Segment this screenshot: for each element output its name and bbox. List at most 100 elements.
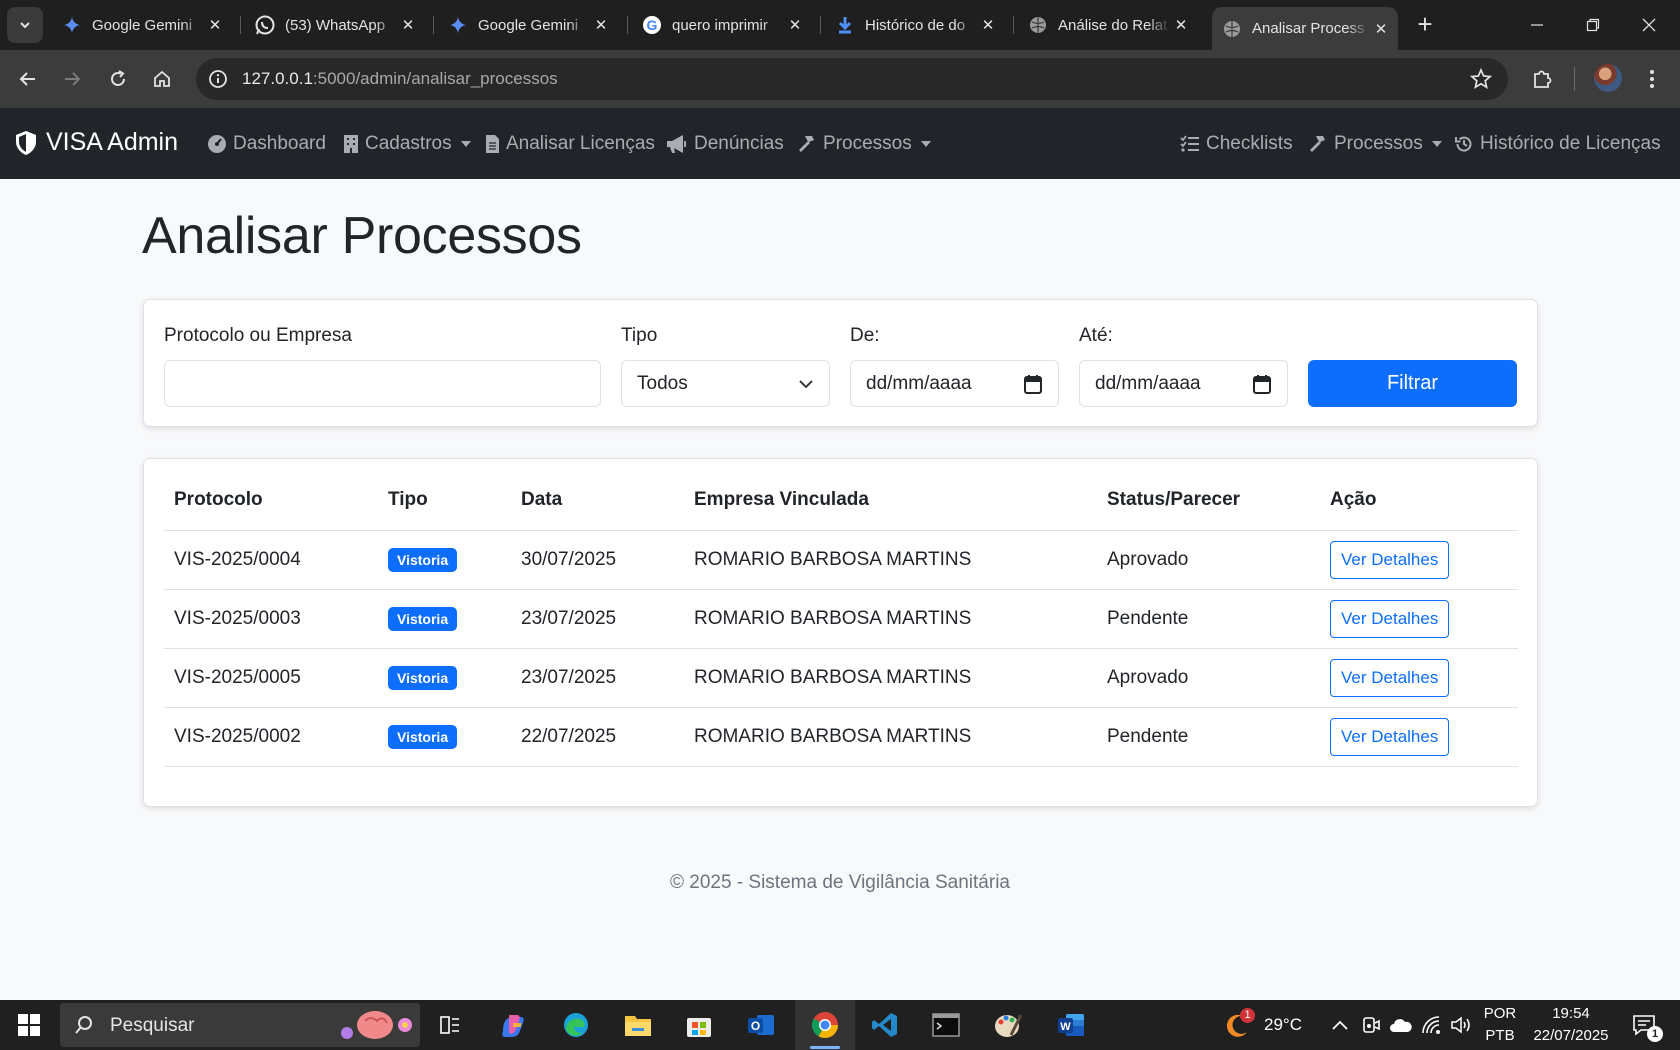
minimize-button[interactable] xyxy=(1509,0,1565,50)
close-icon[interactable]: ✕ xyxy=(204,16,226,34)
ver-detalhes-button[interactable]: Ver Detalhes xyxy=(1330,599,1450,638)
nav-item-label: Denúncias xyxy=(694,133,784,154)
protocolo-input[interactable] xyxy=(164,360,601,407)
home-button[interactable] xyxy=(146,63,178,95)
extensions-button[interactable] xyxy=(1526,63,1558,95)
calendar-icon[interactable] xyxy=(1024,374,1042,394)
cell-status: Aprovado xyxy=(1097,530,1320,590)
volume-icon[interactable] xyxy=(1446,1009,1478,1041)
browser-tab[interactable]: (53) WhatsApp ✕ xyxy=(245,7,425,43)
column-header-protocolo: Protocolo xyxy=(164,489,378,531)
close-icon[interactable]: ✕ xyxy=(977,16,999,34)
close-icon[interactable]: ✕ xyxy=(397,16,419,34)
de-date-input[interactable]: dd/mm/aaaa xyxy=(850,360,1059,407)
cell-acao: Ver Detalhes xyxy=(1320,707,1518,767)
weather-badge: 1 xyxy=(1240,1008,1255,1023)
ver-detalhes-button[interactable]: Ver Detalhes xyxy=(1330,717,1450,756)
globe-icon xyxy=(1222,19,1242,39)
restore-button[interactable] xyxy=(1565,0,1621,50)
toolbar-divider xyxy=(1574,67,1575,91)
site-info-icon[interactable] xyxy=(206,67,230,91)
de-date-placeholder: dd/mm/aaaa xyxy=(866,372,972,394)
tab-search-button[interactable] xyxy=(7,7,43,43)
home-icon xyxy=(154,70,170,87)
profile-avatar[interactable] xyxy=(1594,64,1622,92)
tipo-badge: Vistoria xyxy=(388,547,458,572)
tipo-badge: Vistoria xyxy=(388,724,458,749)
forward-button[interactable] xyxy=(56,63,88,95)
address-bar[interactable]: 127.0.0.1:5000/admin/analisar_processos xyxy=(196,58,1508,100)
vscode-icon[interactable] xyxy=(869,1009,901,1041)
paint-icon[interactable] xyxy=(992,1009,1024,1041)
navbar-brand[interactable]: VISA Admin xyxy=(14,128,178,157)
ate-date-input[interactable]: dd/mm/aaaa xyxy=(1079,360,1288,407)
calendar-icon[interactable] xyxy=(1253,374,1271,394)
nav-item-analisar-licencas[interactable]: Analisar Licenças xyxy=(485,131,655,157)
ver-detalhes-button[interactable]: Ver Detalhes xyxy=(1330,540,1450,579)
close-window-button[interactable] xyxy=(1621,0,1677,50)
tab-title: Histórico de do xyxy=(865,16,966,34)
tab-title: Google Gemini xyxy=(92,16,193,34)
browser-tab[interactable]: Histórico de do ✕ xyxy=(825,7,1005,43)
arrow-right-icon xyxy=(65,72,81,86)
task-view-icon[interactable] xyxy=(434,1009,466,1041)
notification-count-badge: 1 xyxy=(1647,1026,1663,1042)
cell-empresa: ROMARIO BARBOSA MARTINS xyxy=(684,648,1097,708)
nav-item-dashboard[interactable]: Dashboard xyxy=(207,131,326,157)
hammer-icon xyxy=(799,136,814,152)
close-icon[interactable]: ✕ xyxy=(1170,16,1192,34)
file-explorer-icon[interactable] xyxy=(622,1009,654,1041)
word-icon[interactable]: W xyxy=(1055,1009,1087,1041)
page-title: Analisar Processos xyxy=(142,207,582,265)
browser-tab[interactable]: G quero imprimir ✕ xyxy=(632,7,812,43)
table-row: VIS-2025/0003 Vistoria 23/07/2025 ROMARI… xyxy=(164,589,1518,649)
more-vert-icon xyxy=(1650,70,1654,88)
reload-button[interactable] xyxy=(102,63,134,95)
bookmark-star-icon[interactable] xyxy=(1469,67,1493,90)
browser-toolbar: 127.0.0.1:5000/admin/analisar_processos xyxy=(0,50,1680,108)
network-icon[interactable] xyxy=(1416,1009,1448,1041)
tab-title: (53) WhatsApp xyxy=(285,16,386,34)
terminal-icon[interactable] xyxy=(930,1009,962,1041)
windows-start-button[interactable] xyxy=(13,1009,45,1041)
close-icon[interactable]: ✕ xyxy=(784,16,806,34)
taskbar-search-box[interactable]: Pesquisar xyxy=(60,1003,420,1047)
chrome-icon[interactable] xyxy=(809,1009,841,1041)
browser-tab-active[interactable]: Analisar Process ✕ xyxy=(1212,7,1398,50)
tipo-select[interactable]: Todos xyxy=(621,360,830,407)
shield-icon xyxy=(16,130,36,155)
cell-status: Pendente xyxy=(1097,589,1320,649)
ver-detalhes-button[interactable]: Ver Detalhes xyxy=(1330,658,1450,697)
meet-now-icon[interactable] xyxy=(1355,1009,1387,1041)
outlook-icon[interactable]: O xyxy=(745,1009,777,1041)
back-button[interactable] xyxy=(12,63,44,95)
chevron-up-icon[interactable] xyxy=(1324,1009,1356,1041)
close-icon xyxy=(1642,18,1656,32)
filtrar-button[interactable]: Filtrar xyxy=(1308,360,1517,407)
nav-item-historico-licencas[interactable]: Histórico de Licenças xyxy=(1454,131,1661,157)
search-highlight-brain-icon xyxy=(341,1011,412,1039)
nav-item-checklists[interactable]: Checklists xyxy=(1180,131,1293,157)
edge-icon[interactable] xyxy=(560,1009,592,1041)
browser-tab[interactable]: Google Gemini ✕ xyxy=(438,7,618,43)
microsoft-store-icon[interactable] xyxy=(683,1009,715,1041)
table-header-row: Protocolo Tipo Data Empresa Vinculada St… xyxy=(164,489,1518,531)
clock[interactable]: 19:54 22/07/2025 xyxy=(1526,1003,1616,1047)
nav-item-denuncias[interactable]: Denúncias xyxy=(666,131,784,157)
svg-text:W: W xyxy=(1060,1021,1071,1033)
language-indicator[interactable]: POR PTB xyxy=(1480,1003,1520,1047)
nav-item-cadastros[interactable]: Cadastros xyxy=(343,131,471,157)
browser-tab[interactable]: Análise do Relat ✕ xyxy=(1018,7,1198,43)
close-icon[interactable]: ✕ xyxy=(1370,20,1392,38)
new-tab-button[interactable]: + xyxy=(1410,9,1440,41)
nav-item-processos-right[interactable]: Processos xyxy=(1308,131,1442,157)
cell-data: 23/07/2025 xyxy=(511,648,684,708)
close-icon[interactable]: ✕ xyxy=(590,16,612,34)
weather-temperature[interactable]: 29°C xyxy=(1264,1014,1302,1036)
browser-tab[interactable]: Google Gemini ✕ xyxy=(52,7,232,43)
nav-item-processos[interactable]: Processos xyxy=(797,131,931,157)
copilot-icon[interactable] xyxy=(497,1009,529,1041)
whatsapp-icon xyxy=(255,15,275,35)
browser-menu-button[interactable] xyxy=(1636,63,1668,95)
onedrive-icon[interactable] xyxy=(1385,1009,1417,1041)
